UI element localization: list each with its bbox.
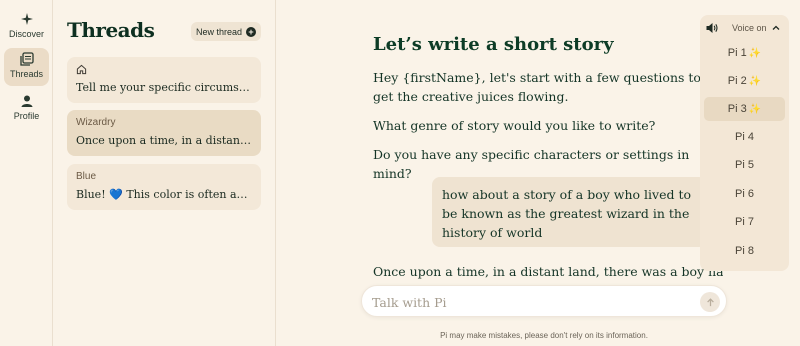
voice-option-pi-2[interactable]: Pi 2 ✨ [704,69,785,93]
rail-label: Discover [8,29,44,39]
message-input-container [361,285,727,317]
ai-message: What genre of story would you like to wr… [373,118,656,133]
thread-card[interactable]: Tell me your specific circumstance... [67,57,261,103]
rail-item-profile[interactable]: Profile [4,90,49,128]
voice-option-label: Pi 3 [727,103,747,115]
voice-option-pi-8[interactable]: Pi 8 [704,239,785,263]
voice-option-label: Pi 7 [735,216,754,228]
voice-option-label: Pi 6 [735,188,754,200]
person-icon [21,95,32,107]
rail-label: Profile [13,111,40,121]
arrow-up-icon [706,297,714,306]
thread-preview: Once upon a time, in a distant lan... [76,134,252,147]
stacked-pages-icon [19,52,34,66]
blue-heart-icon: 💙 [109,188,123,201]
voice-option-label: Pi 4 [735,131,754,143]
voice-toggle[interactable]: Voice on [700,15,789,41]
sparkles-icon: ✨ [748,103,762,115]
ai-message: Hey {firstName}, let's start with a few … [373,70,701,104]
plus-icon: + [246,26,257,37]
disclaimer: Pi may make mistakes, please don't rely … [440,331,648,340]
message-input[interactable] [372,292,692,312]
threads-title: Threads [67,18,155,42]
preview-prefix: Blue! [76,188,106,201]
sparkle-icon [20,13,33,25]
rail-item-discover[interactable]: Discover [4,8,49,46]
voice-option-label: Pi 5 [735,159,754,171]
sparkles-icon: ✨ [748,75,762,87]
new-thread-label: New thread [195,26,243,37]
voice-option-pi-6[interactable]: Pi 6 [704,182,785,206]
voice-option-pi-1[interactable]: Pi 1 ✨ [704,41,785,65]
voice-option-label: Pi 2 [727,75,747,87]
speaker-icon [706,23,718,33]
rail-label: Threads [9,69,44,79]
preview-suffix: This color is often associ... [126,188,252,201]
conversation-title: Let’s write a short story [373,34,614,55]
sparkles-icon: ✨ [748,47,762,59]
thread-card-header [76,64,252,78]
thread-card-title: Wizardry [76,117,116,128]
voice-option-pi-7[interactable]: Pi 7 [704,210,785,234]
thread-card-title: Blue [76,171,97,182]
user-message: how about a story of a boy who lived to … [432,177,707,247]
thread-card-active[interactable]: Wizardry Once upon a time, in a distant … [67,110,261,156]
thread-card[interactable]: Blue Blue! 💙 This color is often associ.… [67,164,261,210]
thread-preview: Blue! 💙 This color is often associ... [76,188,252,201]
voice-option-pi-5[interactable]: Pi 5 [704,153,785,177]
voice-option-label: Pi 1 [727,47,747,59]
chevron-up-icon[interactable] [771,23,781,33]
voice-option-pi-4[interactable]: Pi 4 [704,125,785,149]
home-icon [76,64,87,75]
rail-item-threads[interactable]: Threads [4,48,49,86]
thread-preview: Tell me your specific circumstance... [76,81,252,94]
left-rail: Discover Threads Profile [0,0,53,346]
voice-status-label: Voice on [732,23,767,33]
ai-message: Once upon a time, in a distant land, the… [373,264,723,279]
voice-option-pi-3[interactable]: Pi 3 ✨ [704,97,785,121]
voice-selector: Voice on Pi 1 ✨ Pi 2 ✨ Pi 3 ✨ Pi 4 Pi 5 Pi … [700,15,789,271]
threads-panel: Threads New thread + Tell me your specif… [53,0,276,346]
new-thread-button[interactable]: New thread + [191,22,261,41]
voice-option-label: Pi 8 [735,245,754,257]
send-button[interactable] [700,292,720,312]
